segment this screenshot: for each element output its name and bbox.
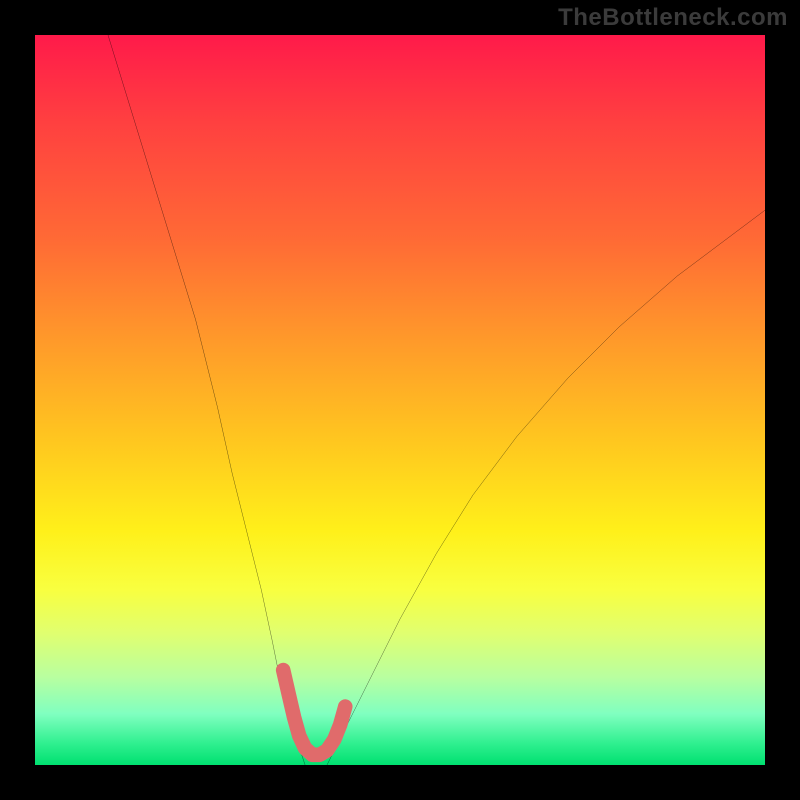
highlight-overlay	[35, 35, 765, 765]
minimum-highlight	[283, 670, 345, 755]
plot-area	[35, 35, 765, 765]
chart-frame: TheBottleneck.com	[0, 0, 800, 800]
watermark-text: TheBottleneck.com	[558, 4, 788, 32]
